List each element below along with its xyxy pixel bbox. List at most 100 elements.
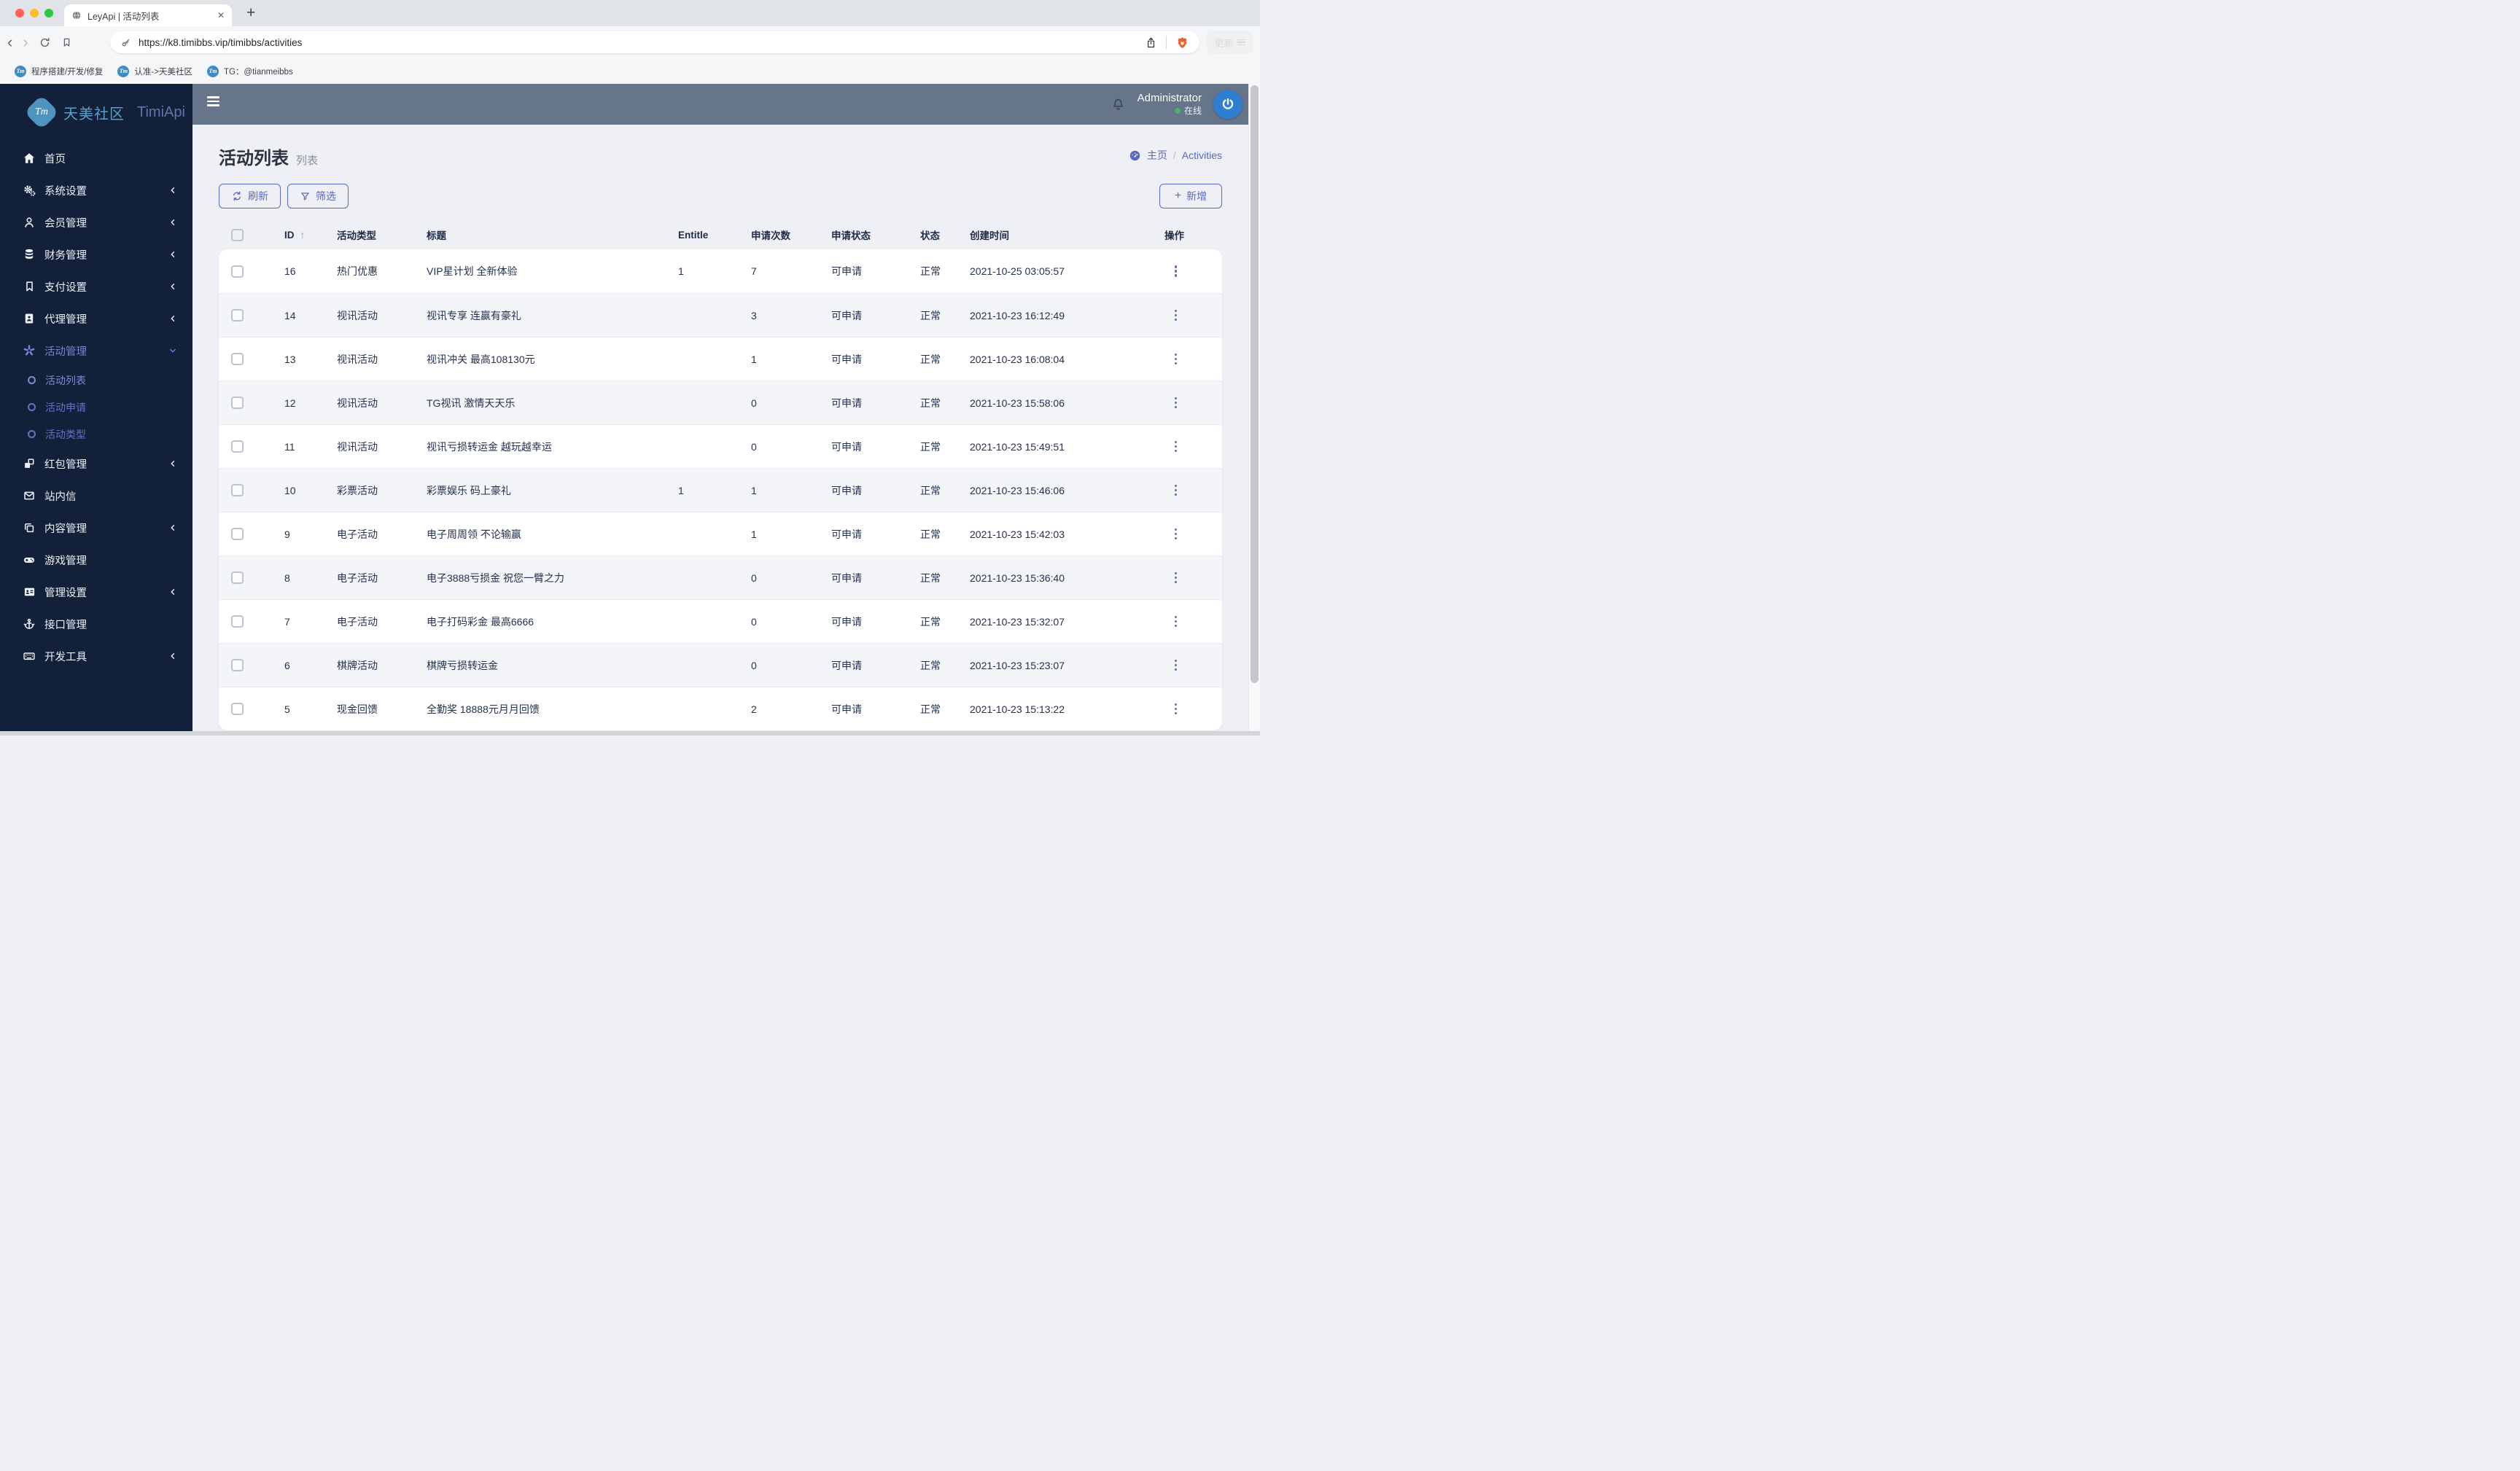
logout-avatar-button[interactable] [1213,90,1242,119]
filter-button[interactable]: 筛选 [287,184,349,208]
cell-created-time: 2021-10-23 15:13:22 [970,703,1065,715]
database-icon [22,247,36,262]
sidebar-item-admin-settings[interactable]: 管理设置 [0,576,192,608]
bookmark-label: 认准->天美社区 [134,67,192,77]
sidebar-item-payment-settings[interactable]: 支付设置 [0,270,192,303]
url-text[interactable]: https://k8.timibbs.vip/timibbs/activitie… [139,37,1145,48]
row-actions-button[interactable] [1172,698,1181,719]
sidebar-item-content[interactable]: 内容管理 [0,512,192,544]
row-actions-button[interactable] [1172,611,1181,632]
row-checkbox[interactable] [231,659,244,671]
row-checkbox[interactable] [231,703,244,715]
sidebar-item-finance[interactable]: 财务管理 [0,238,192,270]
sidebar-subitem-activity-apply[interactable]: 活动申请 [0,394,192,421]
column-header-id[interactable]: ID [284,230,295,241]
row-checkbox[interactable] [231,440,244,453]
column-header-created[interactable]: 创建时间 [950,227,1149,242]
breadcrumb: 主页 / Activities [1129,148,1222,163]
sidebar-menu: 首页 系统设置 会员管理 财务管理 支付设置 代理管理 活动管理 活动列表 活动… [0,142,192,672]
brand-logo-icon: Tm [23,94,60,130]
sidebar-item-dev-tools[interactable]: 开发工具 [0,640,192,672]
forward-button[interactable]: › [23,34,28,50]
row-actions-button[interactable] [1172,567,1181,588]
row-checkbox[interactable] [231,309,244,321]
page-scrollbar[interactable] [1248,84,1260,736]
row-actions-button[interactable] [1172,392,1181,413]
sidebar-subitem-activity-types[interactable]: 活动类型 [0,421,192,448]
sidebar-item-api[interactable]: 接口管理 [0,608,192,640]
user-info[interactable]: Administrator 在线 [1138,92,1202,117]
column-header-entitle[interactable]: Entitle [658,230,731,241]
page-content: 活动列表 列表 主页 / Activities 刷新 筛选 + 新增 ID ↑ … [192,125,1248,736]
bookmark-item[interactable]: Tm 认准->天美社区 [117,65,192,77]
new-tab-button[interactable]: + [241,3,261,23]
row-checkbox[interactable] [231,397,244,409]
share-icon[interactable] [1145,36,1157,50]
copy-icon [22,520,36,535]
column-header-title[interactable]: 标题 [407,227,658,242]
update-button[interactable]: 更新 [1207,31,1253,54]
sidebar-toggle-button[interactable] [207,96,219,109]
bookmark-page-icon[interactable] [61,36,72,48]
sort-asc-icon[interactable]: ↑ [300,229,306,241]
window-minimize-button[interactable] [30,9,39,17]
column-header-type[interactable]: 活动类型 [319,227,407,242]
window-close-button[interactable] [15,9,24,17]
row-checkbox[interactable] [231,528,244,540]
bookmark-item[interactable]: Tm 程序搭建/开发/修复 [15,65,103,77]
sidebar-item-system-settings[interactable]: 系统设置 [0,174,192,206]
tab-close-icon[interactable]: ✕ [217,10,225,20]
column-header-status[interactable]: 状态 [901,227,950,242]
back-button[interactable]: ‹ [7,34,12,50]
column-header-apply-status[interactable]: 申请状态 [812,227,901,242]
table-row: 9 电子活动 电子周周领 不论输赢 1 可申请 正常 2021-10-23 15… [219,512,1222,555]
cell-status: 正常 [920,571,941,584]
sidebar-item-games[interactable]: 游戏管理 [0,544,192,576]
row-actions-button[interactable] [1172,523,1181,545]
row-actions-button[interactable] [1172,480,1181,501]
row-checkbox[interactable] [231,615,244,628]
browser-tab[interactable]: LeyApi | 活动列表 ✕ [64,4,232,26]
add-button[interactable]: + 新增 [1159,184,1222,208]
sidebar-item-activities[interactable]: 活动管理 [0,335,192,367]
cell-activity-type: 视讯活动 [337,397,378,409]
row-checkbox[interactable] [231,484,244,496]
scrollbar-thumb[interactable] [1251,85,1259,683]
brave-shields-icon[interactable] [1175,35,1189,50]
row-actions-button[interactable] [1172,655,1181,676]
breadcrumb-home[interactable]: 主页 [1147,148,1167,163]
row-actions-button[interactable] [1172,436,1181,457]
row-actions-button[interactable] [1172,261,1181,282]
sidebar-item-home[interactable]: 首页 [0,142,192,174]
column-header-actions: 操作 [1164,230,1184,241]
address-bar[interactable]: https://k8.timibbs.vip/timibbs/activitie… [110,31,1199,53]
sidebar-item-red-packets[interactable]: 红包管理 [0,448,192,480]
row-checkbox[interactable] [231,265,244,278]
site-permissions-key-icon[interactable] [120,37,131,48]
cell-entitle: 1 [678,484,684,496]
cell-title: 电子打码彩金 最高6666 [427,615,534,628]
cell-status: 正常 [920,703,941,715]
sidebar-item-label: 系统设置 [44,185,87,198]
window-zoom-button[interactable] [44,9,53,17]
sidebar-item-agents[interactable]: 代理管理 [0,303,192,335]
sidebar-item-members[interactable]: 会员管理 [0,206,192,238]
sidebar-subitem-activity-list[interactable]: 活动列表 [0,367,192,394]
notifications-bell-icon[interactable] [1111,97,1126,112]
cell-created-time: 2021-10-23 15:23:07 [970,659,1065,671]
select-all-checkbox[interactable] [231,228,244,241]
row-actions-button[interactable] [1172,305,1181,326]
column-header-apply-count[interactable]: 申请次数 [731,227,812,242]
cell-apply-count: 1 [751,353,757,365]
reload-button[interactable] [39,36,51,49]
row-actions-button[interactable] [1172,348,1181,370]
row-checkbox[interactable] [231,353,244,365]
sidebar-item-messages[interactable]: 站内信 [0,480,192,512]
bookmark-item[interactable]: Tm TG：@tianmeibbs [206,65,293,77]
cell-entitle [658,600,731,643]
cell-created-time: 2021-10-23 16:12:49 [970,309,1065,321]
row-checkbox[interactable] [231,571,244,584]
refresh-button[interactable]: 刷新 [219,184,281,208]
cell-status: 正常 [920,528,941,540]
tm-favicon: Tm [15,65,26,77]
